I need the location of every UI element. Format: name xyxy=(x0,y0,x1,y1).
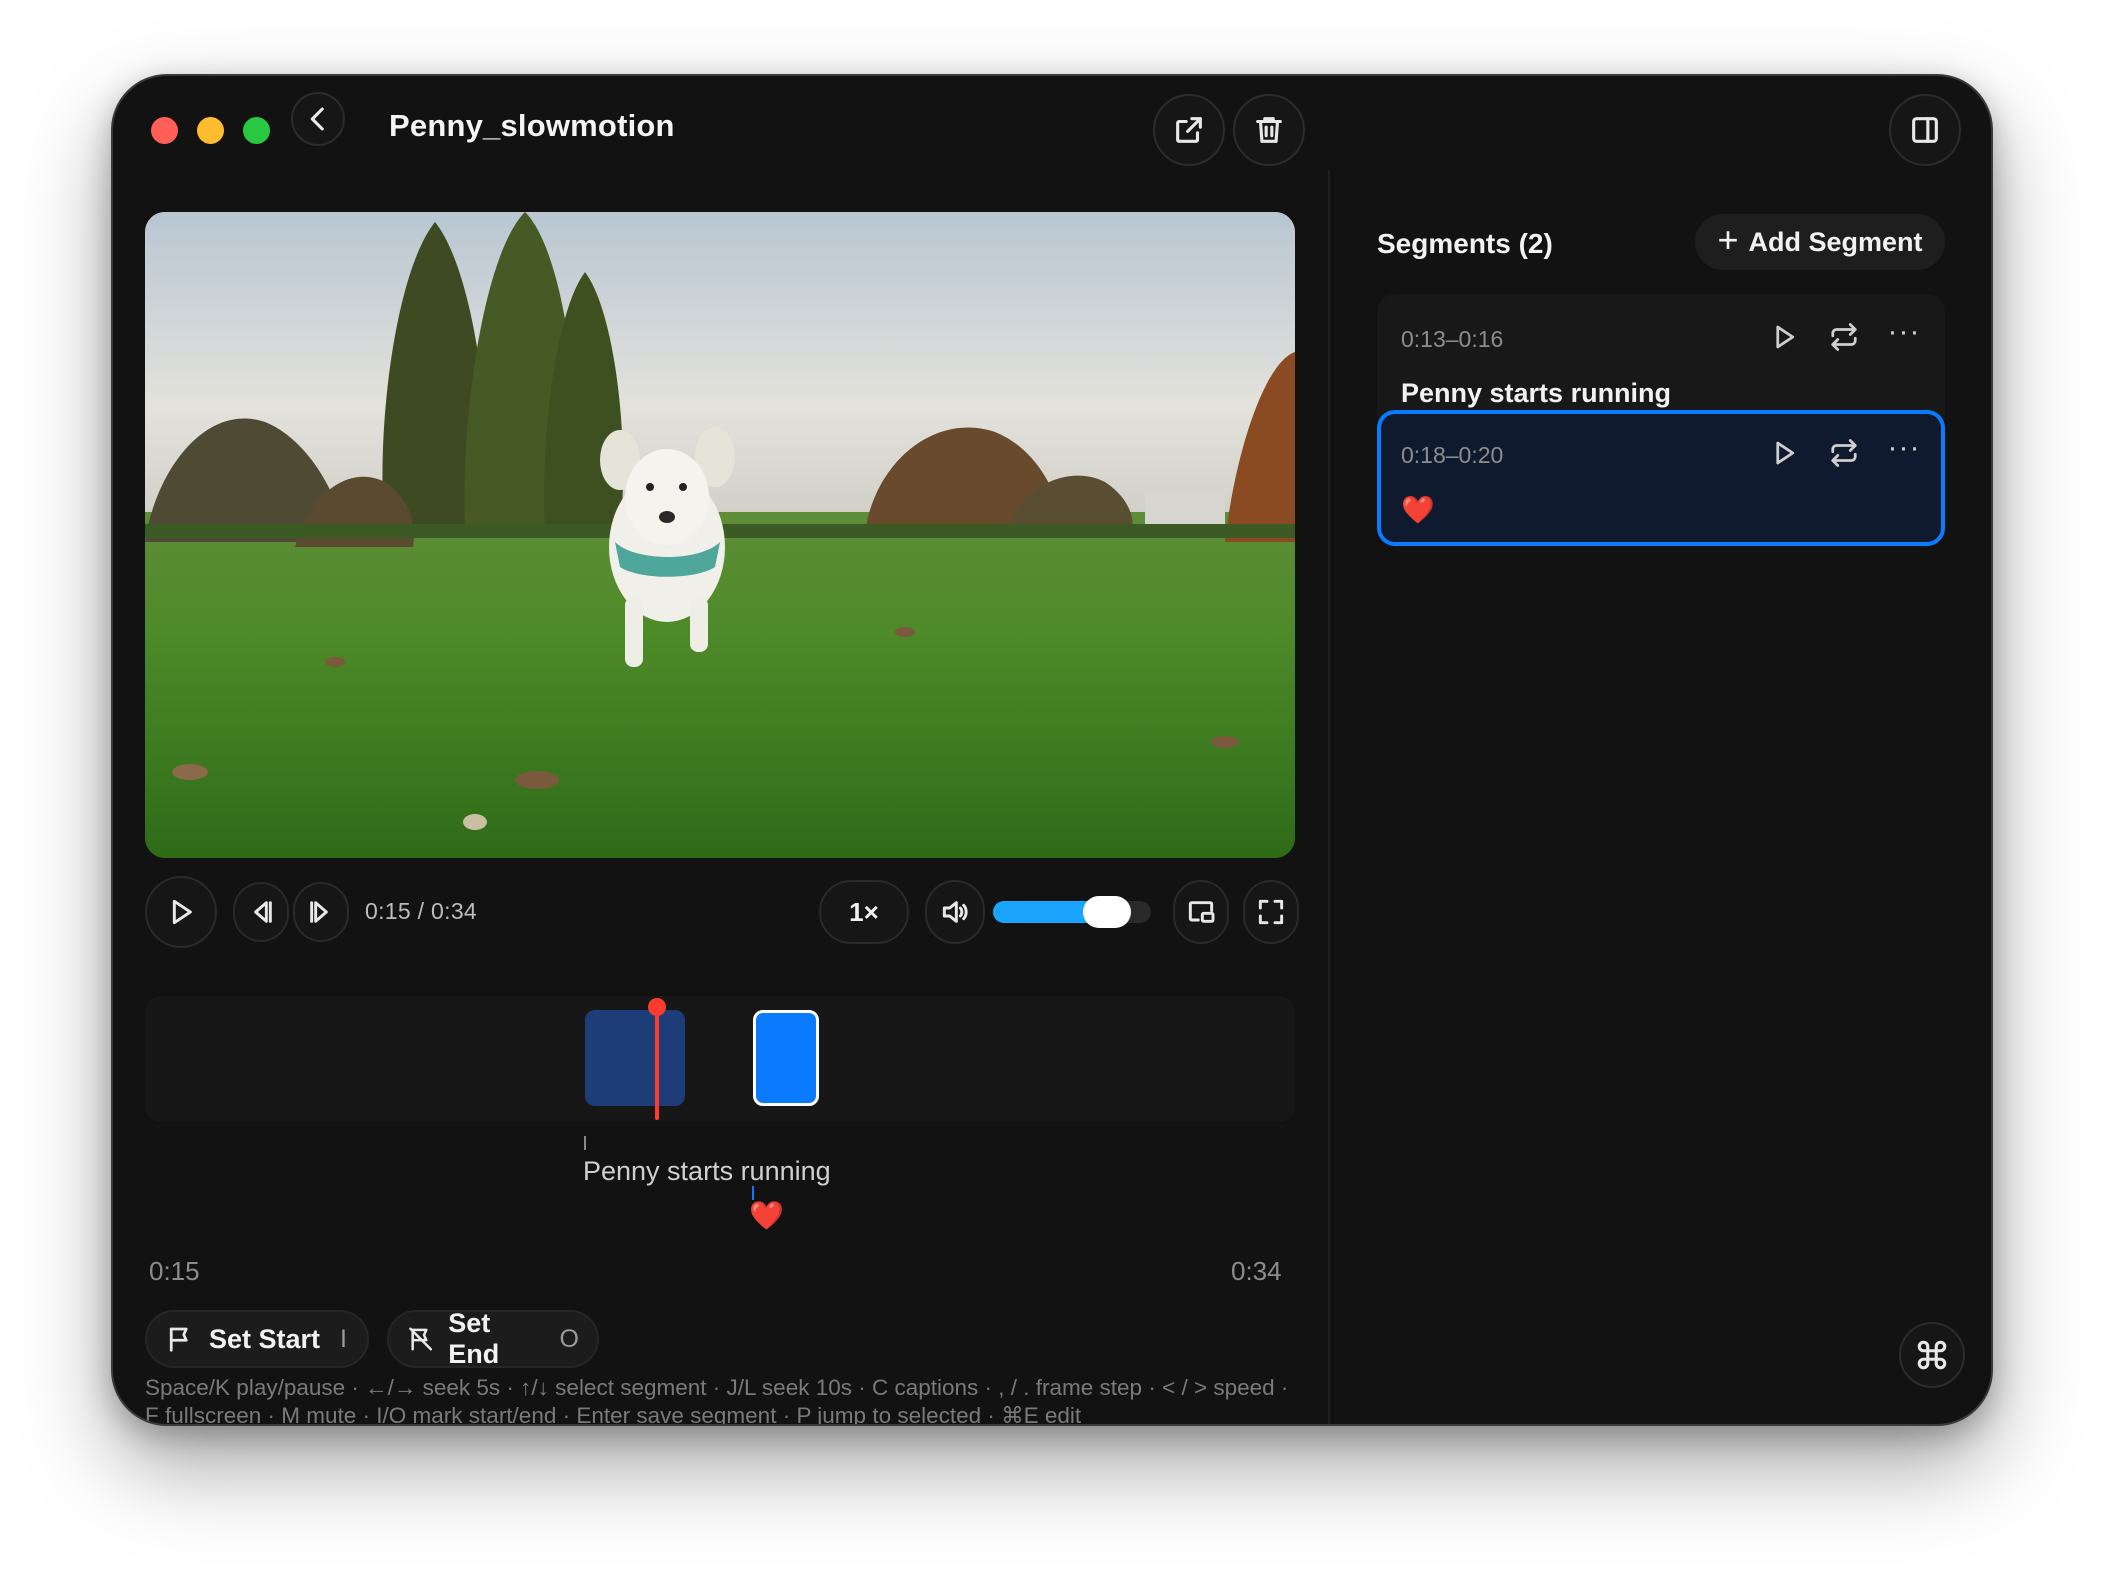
playhead-knob[interactable] xyxy=(648,998,666,1016)
timeline-segment-selected[interactable] xyxy=(753,1010,819,1106)
zoom-window-button[interactable] xyxy=(243,117,270,144)
segment-play-button[interactable] xyxy=(1765,318,1803,356)
timeline-segment[interactable] xyxy=(585,1010,685,1106)
set-start-label: Set Start xyxy=(209,1323,321,1354)
time-readout: 0:15 / 0:34 xyxy=(365,898,477,924)
delete-button[interactable] xyxy=(1233,94,1305,166)
external-link-icon xyxy=(1176,117,1202,143)
set-start-button[interactable]: Set Start I xyxy=(145,1310,369,1368)
step-back-icon xyxy=(254,901,272,923)
more-icon: ··· xyxy=(1887,431,1921,464)
segment-loop-button[interactable] xyxy=(1825,318,1863,356)
repeat-icon xyxy=(1831,439,1857,467)
caption-marker xyxy=(584,1136,586,1150)
flag-icon xyxy=(169,1327,188,1352)
segment-play-button[interactable] xyxy=(1765,434,1803,472)
range-start-label: 0:15 xyxy=(149,1256,200,1286)
add-segment-button[interactable]: + Add Segment xyxy=(1695,214,1945,270)
segment-loop-button[interactable] xyxy=(1825,434,1863,472)
video-frame[interactable] xyxy=(145,212,1295,858)
add-segment-label: Add Segment xyxy=(1748,226,1923,257)
next-frame-button[interactable] xyxy=(293,882,349,942)
set-end-button[interactable]: Set End O xyxy=(387,1308,599,1369)
timeline[interactable] xyxy=(145,996,1295,1122)
pip-button[interactable] xyxy=(1173,880,1229,944)
more-icon: ··· xyxy=(1887,315,1921,348)
play-icon xyxy=(1776,441,1795,465)
fullscreen-button[interactable] xyxy=(1243,880,1299,944)
chevron-left-icon xyxy=(310,107,324,131)
play-icon xyxy=(172,899,192,925)
app-window: Penny_slowmotion 0:15 / 0:34 1× Penny st… xyxy=(111,74,1993,1426)
speed-label: 1× xyxy=(849,896,879,927)
back-button[interactable] xyxy=(291,92,345,146)
command-icon xyxy=(1917,1340,1947,1370)
trash-icon xyxy=(1256,117,1282,143)
segment-card-selected[interactable]: 0:18–0:20 ❤️ ··· xyxy=(1377,410,1945,546)
segment-more-button[interactable]: ··· xyxy=(1885,431,1923,472)
segment-label: ❤️ xyxy=(1401,495,1435,525)
play-icon xyxy=(1776,325,1795,349)
sidebar-toggle-icon xyxy=(1912,117,1938,143)
mute-button[interactable] xyxy=(925,880,985,944)
volume-slider[interactable] xyxy=(993,896,1151,928)
sidebar-toggle-button[interactable] xyxy=(1889,94,1961,166)
set-end-shortcut: O xyxy=(559,1324,579,1353)
speed-button[interactable]: 1× xyxy=(819,880,909,944)
speaker-icon xyxy=(942,901,968,923)
volume-thumb[interactable] xyxy=(1082,896,1131,928)
flag-off-icon xyxy=(409,1327,433,1351)
fullscreen-icon xyxy=(1258,899,1284,925)
repeat-icon xyxy=(1831,323,1857,351)
segment-more-button[interactable]: ··· xyxy=(1885,315,1923,356)
minimize-window-button[interactable] xyxy=(197,117,224,144)
step-forward-icon xyxy=(310,901,328,923)
picture-in-picture-icon xyxy=(1188,901,1215,923)
set-end-label: Set End xyxy=(448,1308,500,1369)
playhead[interactable] xyxy=(648,998,666,1120)
range-end-label: 0:34 xyxy=(1231,1256,1282,1286)
close-window-button[interactable] xyxy=(151,117,178,144)
plus-icon: + xyxy=(1717,219,1739,260)
panel-divider xyxy=(1328,170,1330,1424)
share-button[interactable] xyxy=(1153,94,1225,166)
segment-label: Penny starts running xyxy=(1401,378,1672,408)
heart-emoji: ❤️ xyxy=(749,1200,784,1231)
segment-range: 0:13–0:16 xyxy=(1401,326,1504,352)
prev-frame-button[interactable] xyxy=(233,882,289,942)
segments-header: Segments (2) xyxy=(1377,228,1553,259)
caption-marker-selected xyxy=(752,1186,754,1200)
command-button[interactable] xyxy=(1899,1322,1965,1388)
segment-range: 0:18–0:20 xyxy=(1401,442,1504,468)
caption-label: Penny starts running xyxy=(583,1156,831,1186)
play-button[interactable] xyxy=(145,876,217,948)
page-title: Penny_slowmotion xyxy=(389,108,675,143)
video-picture xyxy=(145,212,1295,858)
set-start-shortcut: I xyxy=(340,1324,347,1353)
keyboard-shortcuts-help: Space/K play/pause · ←/→ seek 5s · ↑/↓ s… xyxy=(145,1375,1289,1426)
